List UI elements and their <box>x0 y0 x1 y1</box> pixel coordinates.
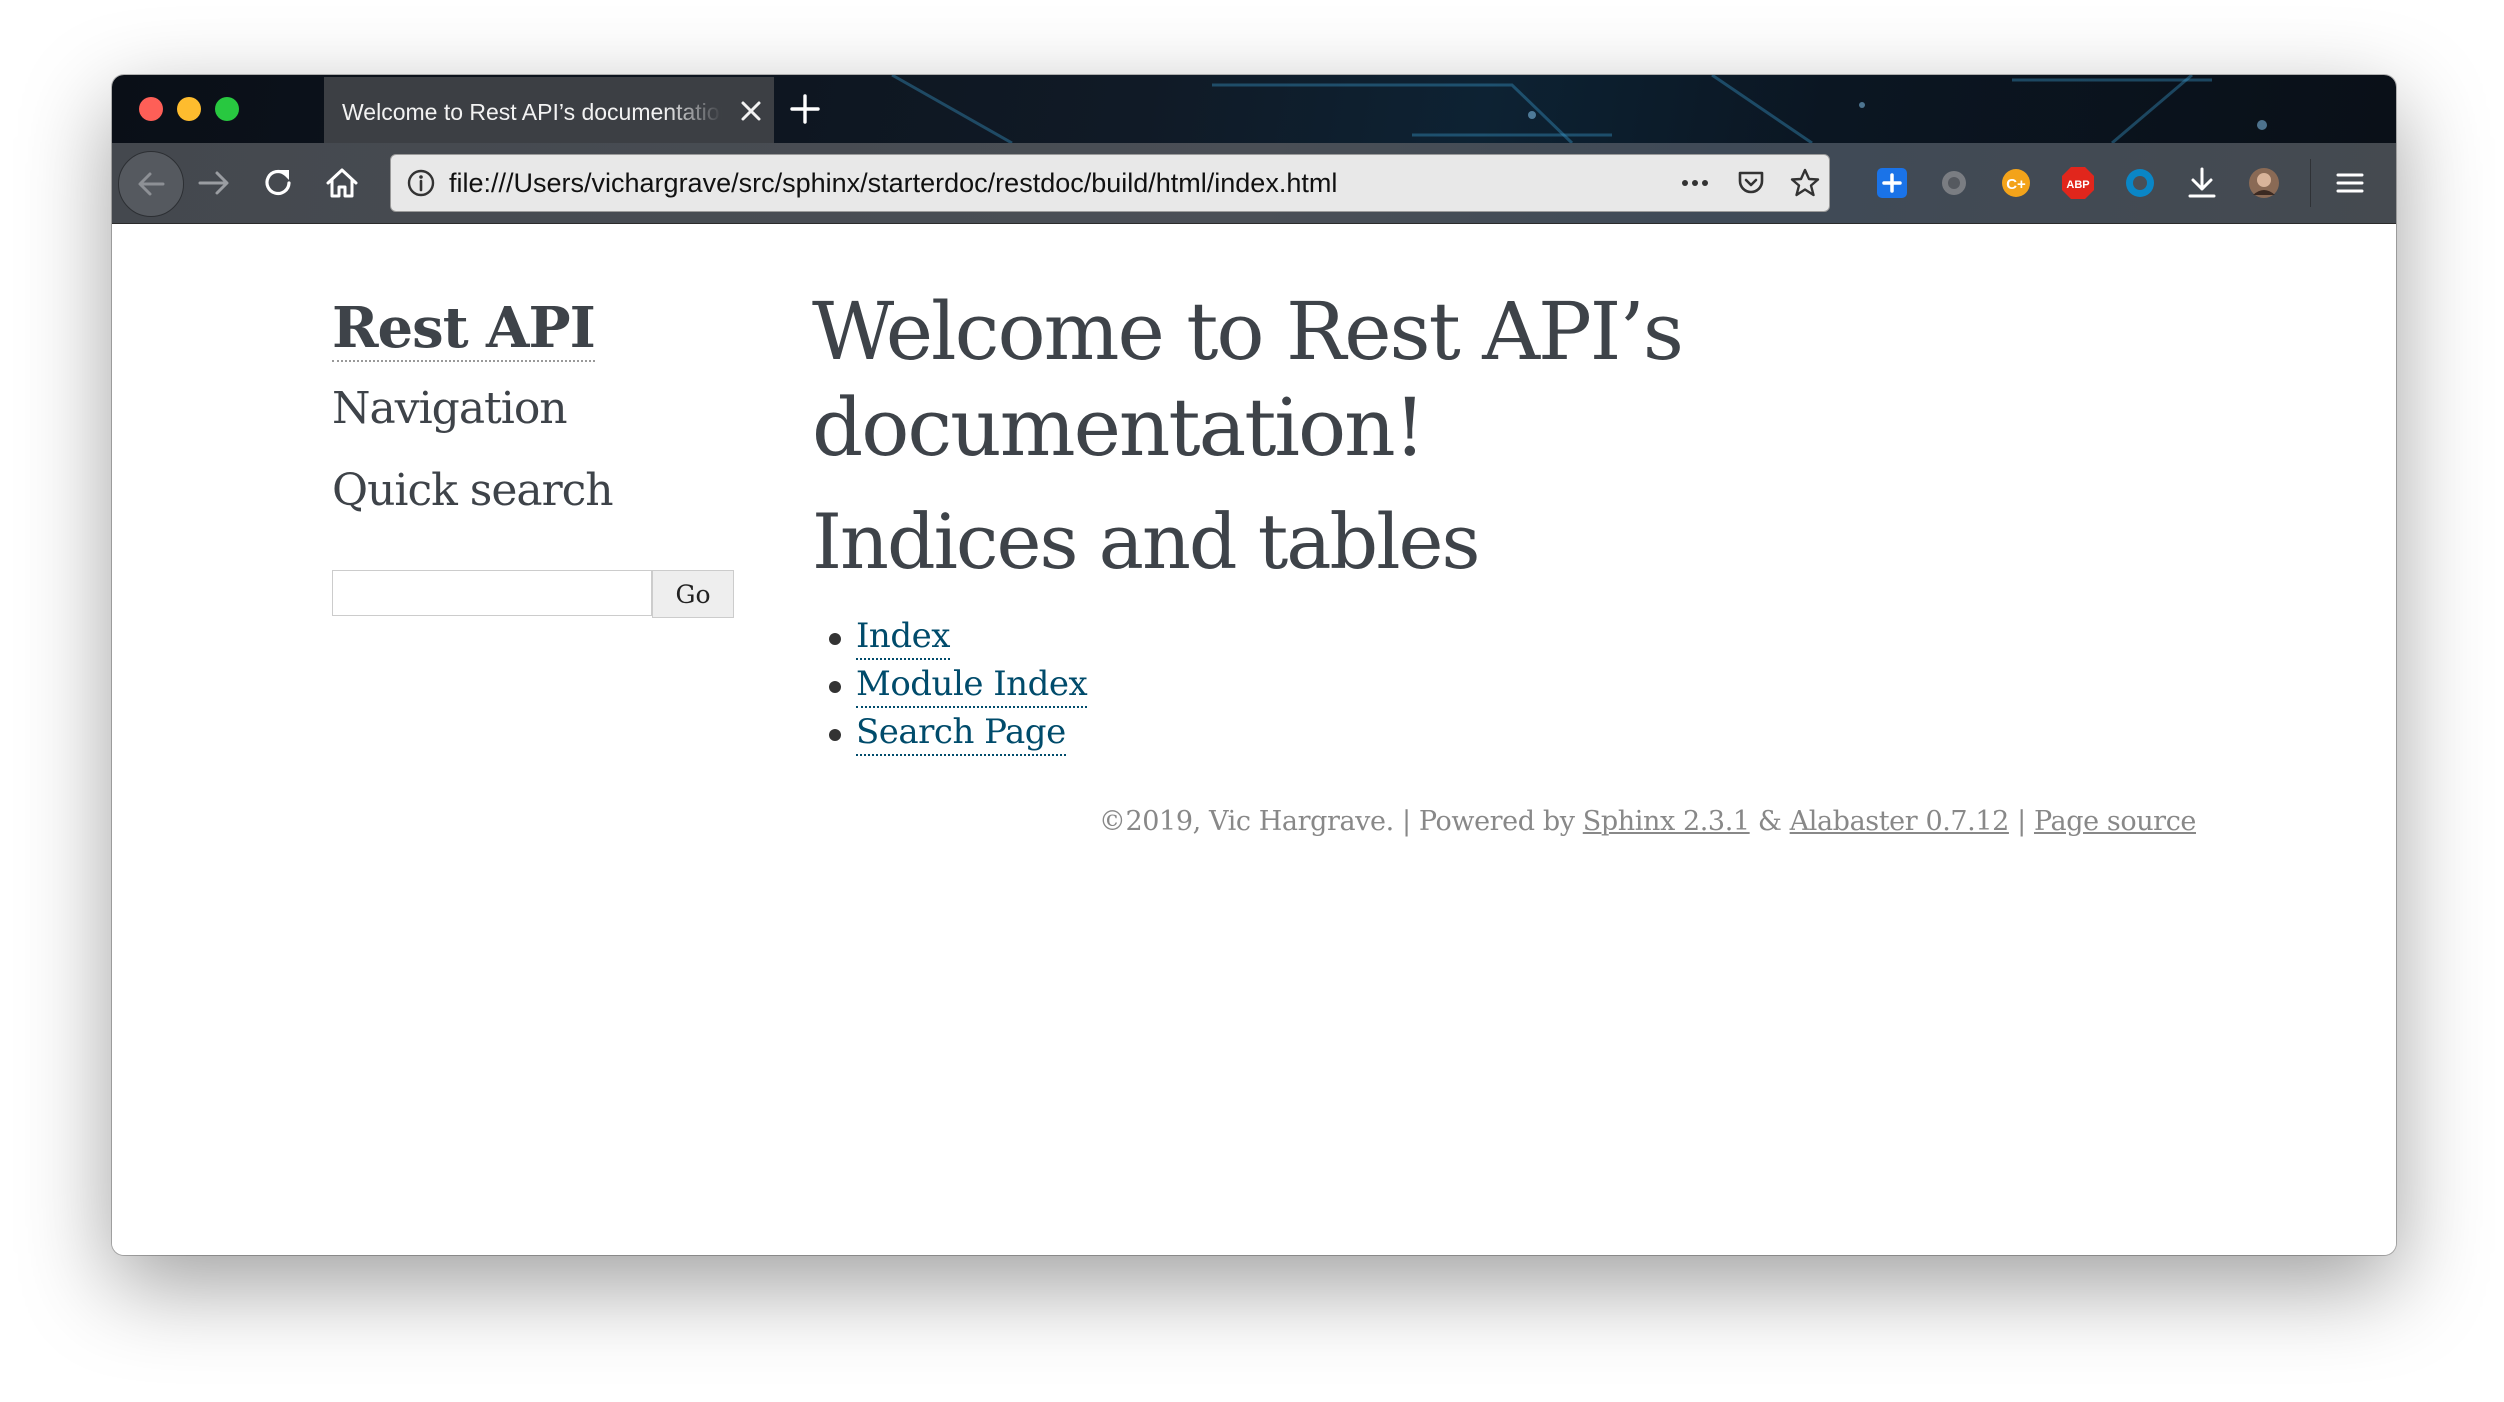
powered-by-text: Powered by <box>1418 806 1583 837</box>
page-source-link[interactable]: Page source <box>2034 806 2196 837</box>
cplus-label: C+ <box>2006 176 2026 193</box>
bullet <box>829 729 841 741</box>
cplus-extension-icon[interactable]: C+ <box>1998 165 2034 201</box>
footer: ©2019, Vic Hargrave. | Powered by Sphinx… <box>1098 806 2197 837</box>
new-tab-icon[interactable] <box>788 92 822 126</box>
close-tab-icon[interactable] <box>736 96 766 126</box>
close-window-button[interactable] <box>139 97 163 121</box>
back-button[interactable] <box>118 151 184 217</box>
zoom-window-button[interactable] <box>215 97 239 121</box>
minimize-window-button[interactable] <box>177 97 201 121</box>
ampersand: & <box>1749 806 1790 837</box>
adblock-plus-icon[interactable]: ABP <box>2060 165 2096 201</box>
index-link[interactable]: Index <box>856 614 950 660</box>
home-icon[interactable] <box>322 163 362 203</box>
avatar[interactable] <box>2246 165 2282 201</box>
bullet <box>829 681 841 693</box>
search-input[interactable] <box>332 570 652 616</box>
toolbar: file:///Users/vichargrave/src/sphinx/sta… <box>112 143 2396 224</box>
go-button[interactable]: Go <box>652 570 734 618</box>
toolbar-divider <box>2310 159 2311 207</box>
pocket-icon[interactable] <box>1735 167 1767 199</box>
quick-search-heading: Quick search <box>332 465 614 516</box>
footer-separator: | <box>1393 806 1419 837</box>
copyright-text: ©2019, Vic Hargrave. <box>1098 806 1394 837</box>
site-logo-link[interactable]: Rest API <box>332 296 596 362</box>
page-content: Rest API Navigation Quick search Go Welc… <box>112 224 2396 1255</box>
plus-extension-icon[interactable] <box>1874 165 1910 201</box>
page-title: Welcome to Rest API’s documentation! <box>812 285 1684 474</box>
section-heading: Indices and tables <box>812 497 1480 586</box>
search-page-link[interactable]: Search Page <box>856 710 1066 756</box>
download-icon[interactable] <box>2184 165 2220 201</box>
browser-window: Welcome to Rest API’s documentation! fil… <box>112 75 2396 1255</box>
tab-strip: Welcome to Rest API’s documentation! <box>112 75 2396 143</box>
tab-active[interactable]: Welcome to Rest API’s documentation! <box>324 77 774 143</box>
tab-title: Welcome to Rest API’s documentation! <box>342 99 722 125</box>
back-arrow-icon <box>138 172 165 196</box>
bullet <box>829 633 841 645</box>
info-icon[interactable] <box>405 167 437 199</box>
url-text: file:///Users/vichargrave/src/sphinx/sta… <box>449 168 1338 198</box>
ghostery-extension-icon[interactable] <box>1936 165 1972 201</box>
bookmark-star-icon[interactable] <box>1789 167 1821 199</box>
address-bar[interactable]: file:///Users/vichargrave/src/sphinx/sta… <box>390 154 1830 212</box>
circle-extension-icon[interactable] <box>2122 165 2158 201</box>
page-actions-icon[interactable] <box>1679 167 1711 199</box>
menu-icon[interactable] <box>2332 165 2368 201</box>
navigation-heading: Navigation <box>332 383 568 434</box>
footer-separator: | <box>2008 806 2034 837</box>
forward-arrow-icon[interactable] <box>194 163 234 203</box>
sphinx-link[interactable]: Sphinx 2.3.1 <box>1583 806 1750 837</box>
alabaster-link[interactable]: Alabaster 0.7.12 <box>1790 806 2010 837</box>
abp-label: ABP <box>2066 179 2089 191</box>
reload-icon[interactable] <box>258 163 298 203</box>
module-index-link[interactable]: Module Index <box>856 662 1088 708</box>
